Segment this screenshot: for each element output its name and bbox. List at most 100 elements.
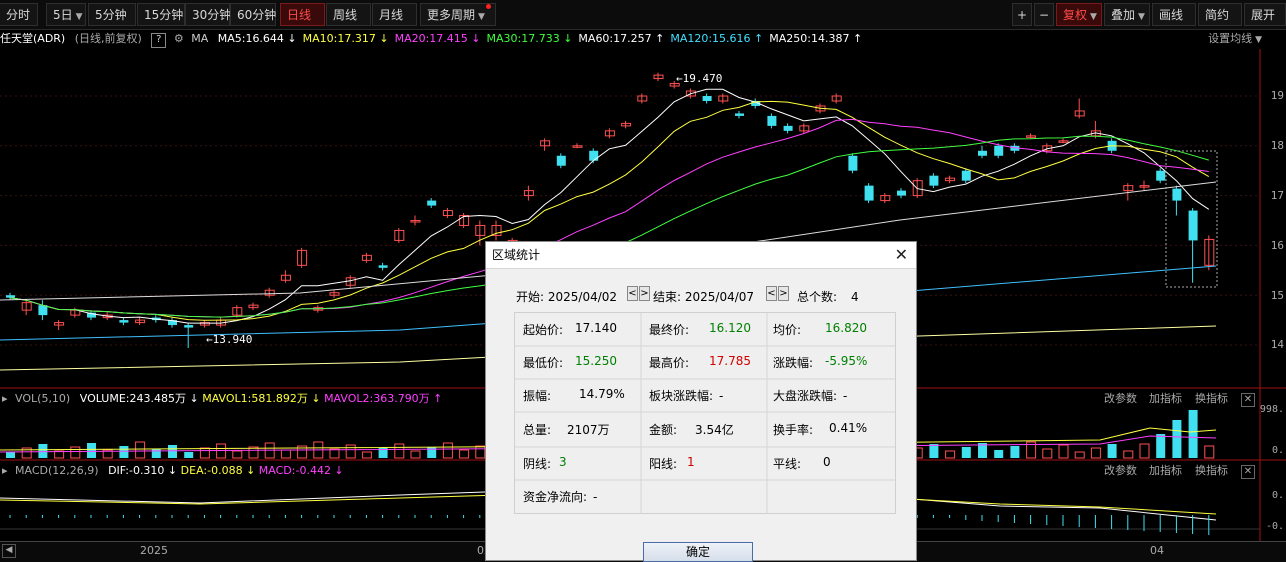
period-15min[interactable]: 15分钟 (137, 3, 185, 26)
volume-tick: 998. (1259, 404, 1284, 415)
volume-bar (1090, 447, 1101, 459)
stat-label: 最高价: (649, 356, 690, 370)
volume-bar (394, 443, 405, 459)
chevron-down-icon: ▼ (478, 12, 485, 22)
period-fenshi[interactable]: 分时 (0, 3, 38, 26)
gear-icon[interactable]: ⚙ (174, 32, 184, 45)
period-5min[interactable]: 5分钟 (88, 3, 136, 26)
end-prev-button[interactable]: < (766, 286, 777, 301)
candle-body (119, 320, 129, 323)
start-nav: < > (627, 286, 651, 301)
stat-cell: 振幅: 14.79% (523, 387, 625, 404)
macd-add-indicator[interactable]: 加指标 (1149, 462, 1182, 480)
scroll-left-button[interactable]: ◀ (2, 544, 16, 558)
high-annotation: ←19.470 (676, 72, 723, 85)
period-more[interactable]: 更多周期 ▼ (420, 3, 496, 26)
candle-body (783, 125, 793, 131)
stat-cell: 大盘涨跌幅: - (773, 387, 847, 404)
expand-button[interactable]: 展开 (1244, 3, 1286, 26)
volume-bar (945, 450, 956, 459)
simple-mode-button[interactable]: 简约 (1198, 3, 1242, 26)
stat-value: 14.79% (579, 387, 625, 401)
toolbar: 分时 5日 ▼ 5分钟 15分钟 30分钟 60分钟 日线 周线 月线 更多周期 ▼… (0, 0, 1286, 30)
close-icon[interactable]: ✕ (1241, 393, 1255, 407)
candle-body (864, 185, 874, 201)
volume-bar (459, 449, 470, 459)
zoom-in-button[interactable]: + (1012, 3, 1032, 26)
volume-bar (1058, 444, 1069, 459)
volume-bar (135, 441, 146, 459)
stat-label: 金额: (649, 423, 678, 437)
price-tick: 19 (1270, 89, 1284, 102)
mavol2-value: MAVOL2:363.790万 (324, 392, 430, 405)
ok-button[interactable]: 确定 (643, 542, 753, 562)
volume-bar (361, 451, 372, 459)
volume-edit-params[interactable]: 改参数 (1104, 390, 1137, 408)
stat-label: 最低价: (523, 356, 564, 370)
volume-bar (119, 446, 129, 458)
zoom-out-button[interactable]: − (1034, 3, 1054, 26)
end-next-button[interactable]: > (778, 286, 789, 301)
price-tick: 16 (1270, 239, 1284, 252)
ma-item-ma20: MA20:17.415 ↓ (394, 32, 481, 45)
period-5day[interactable]: 5日 ▼ (46, 3, 86, 26)
volume-bar (329, 448, 340, 459)
macd-switch-indicator[interactable]: 换指标 (1195, 462, 1228, 480)
stock-name: 任天堂(ADR) (0, 32, 66, 45)
candle-body (1188, 210, 1198, 241)
period-monthly[interactable]: 月线 (372, 3, 417, 26)
stat-cell: 起始价: 17.140 (523, 321, 617, 338)
start-next-button[interactable]: > (639, 286, 650, 301)
candle-body (589, 150, 599, 161)
period-60min[interactable]: 60分钟 (230, 3, 276, 26)
candle-body (897, 190, 906, 196)
collapse-icon[interactable]: ▸ (2, 464, 8, 477)
candle-body (767, 115, 777, 126)
dialog-title-bar: 区域统计 ✕ (486, 242, 916, 269)
draw-line-button[interactable]: 画线 (1152, 3, 1196, 26)
low-annotation: ←13.940 (206, 333, 253, 346)
volume-bar (184, 452, 194, 458)
end-date-field: 结束: 2025/04/07 (653, 290, 755, 304)
stat-value: 16.120 (709, 321, 751, 335)
candle-body (1156, 170, 1166, 181)
volume-switch-indicator[interactable]: 换指标 (1195, 390, 1228, 408)
period-daily[interactable]: 日线 (280, 3, 325, 26)
volume-bar (994, 450, 1004, 458)
period-30min[interactable]: 30分钟 (185, 3, 231, 26)
stat-label: 均价: (773, 323, 802, 337)
ma-item-ma10: MA10:17.317 ↓ (302, 32, 389, 45)
stat-label: 最终价: (649, 323, 690, 337)
stat-cell: 资金净流向: - (523, 488, 597, 505)
mavol1-value: MAVOL1:581.892万 (202, 392, 308, 405)
stat-value: 17.140 (575, 321, 617, 335)
volume-add-indicator[interactable]: 加指标 (1149, 390, 1182, 408)
macd-tick: 0. (1271, 490, 1284, 501)
period-weekly[interactable]: 周线 (326, 3, 371, 26)
help-icon[interactable]: ? (151, 33, 167, 48)
macd-label: MACD(12,26,9) (15, 464, 99, 477)
ma-item-ma30: MA30:17.733 ↓ (486, 32, 573, 45)
close-icon[interactable]: ✕ (1241, 465, 1255, 479)
region-stats-dialog: 区域统计 ✕ 开始: 2025/04/02 < > 结束: 2025/04/07 … (485, 241, 917, 562)
volume-bar (475, 445, 486, 459)
chart-mode: (日线,前复权) (74, 32, 142, 45)
start-prev-button[interactable]: < (627, 286, 638, 301)
macd-edit-params[interactable]: 改参数 (1104, 462, 1137, 480)
collapse-icon[interactable]: ▸ (2, 392, 8, 405)
ma-item-ma250: MA250:14.387 ↑ (769, 32, 863, 45)
ma-info-bar: 任天堂(ADR) (日线,前复权) ? ⚙ MA MA5:16.644 ↓ MA1… (0, 29, 1286, 49)
ma-settings-button[interactable]: 设置均线 ▼ (1208, 29, 1262, 50)
volume-bar (442, 442, 453, 459)
fuquan-button[interactable]: 复权 ▼ (1056, 3, 1102, 26)
overlay-button[interactable]: 叠加 ▼ (1104, 3, 1150, 26)
stat-label: 涨跌幅: (773, 356, 814, 370)
candle-body (427, 200, 437, 206)
volume-bar (1139, 443, 1150, 459)
stat-value: - (843, 389, 848, 403)
close-icon[interactable]: ✕ (895, 242, 908, 268)
stats-grid-lines (515, 313, 895, 513)
candle-body (961, 170, 971, 181)
volume-bar (87, 443, 96, 458)
stat-value: 3 (559, 455, 567, 469)
